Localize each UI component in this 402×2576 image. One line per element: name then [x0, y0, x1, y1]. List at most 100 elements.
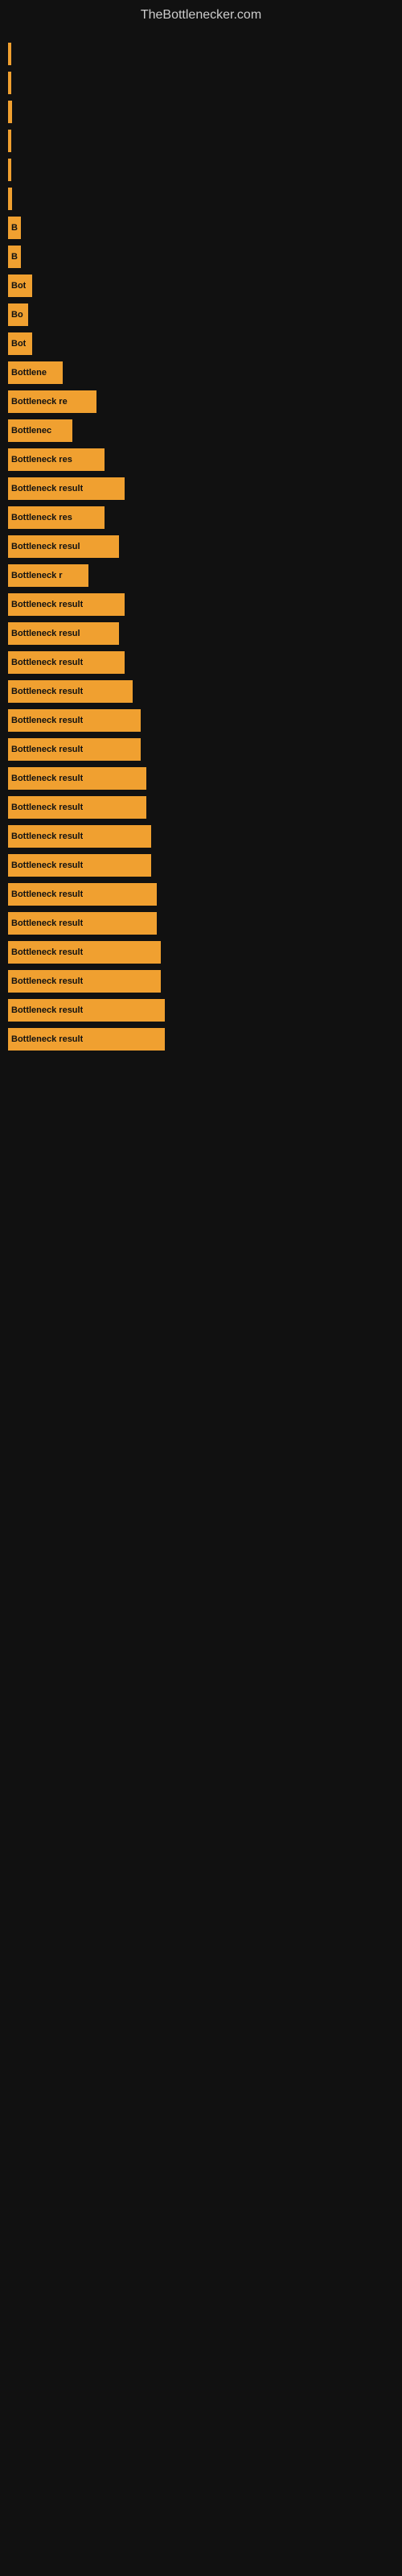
- bar-label: B: [11, 223, 18, 233]
- bar-row: Bottleneck result: [8, 651, 394, 674]
- bar: Bottleneck result: [8, 825, 151, 848]
- bar-row: B: [8, 217, 394, 239]
- bar-label: Bot: [11, 339, 26, 349]
- bar: [8, 72, 11, 94]
- bar-label: Bottlenec: [11, 426, 51, 436]
- bar-row: Bottleneck resul: [8, 622, 394, 645]
- bar-label: Bottleneck re: [11, 397, 68, 407]
- bar: Bottleneck res: [8, 448, 105, 471]
- bar-label: B: [11, 252, 18, 262]
- bar: Bottleneck result: [8, 738, 141, 761]
- bar-label: Bottleneck result: [11, 716, 83, 725]
- bar: Bottleneck r: [8, 564, 88, 587]
- bar-row: [8, 130, 394, 152]
- bar-row: Bottleneck result: [8, 825, 394, 848]
- bar-row: Bottleneck result: [8, 593, 394, 616]
- bar: Bottleneck resul: [8, 535, 119, 558]
- bar-row: Bottleneck result: [8, 738, 394, 761]
- bar: B: [8, 217, 21, 239]
- bar: [8, 188, 12, 210]
- bar-label: Bottleneck result: [11, 774, 83, 783]
- bar: Bottleneck result: [8, 912, 157, 935]
- bar-row: B: [8, 246, 394, 268]
- bar-row: Bo: [8, 303, 394, 326]
- bar-label: Bottleneck result: [11, 803, 83, 812]
- bar-row: [8, 188, 394, 210]
- bar: Bottleneck result: [8, 999, 165, 1022]
- bar-row: [8, 43, 394, 65]
- bar-row: Bottleneck resul: [8, 535, 394, 558]
- bar: Bottleneck result: [8, 477, 125, 500]
- bar: Bottleneck result: [8, 796, 146, 819]
- bar: Bottleneck result: [8, 941, 161, 964]
- bar-label: Bottleneck result: [11, 947, 83, 957]
- bar-label: Bottleneck result: [11, 745, 83, 754]
- bar-label: Bot: [11, 281, 26, 291]
- bar-row: Bottleneck result: [8, 477, 394, 500]
- bar-label: Bottleneck result: [11, 600, 83, 609]
- bar-row: Bottleneck res: [8, 506, 394, 529]
- bar: Bottleneck result: [8, 767, 146, 790]
- bar-label: Bottleneck result: [11, 1005, 83, 1015]
- bar-row: Bottleneck result: [8, 1028, 394, 1051]
- bar: Bottleneck result: [8, 970, 161, 993]
- bar-row: Bot: [8, 332, 394, 355]
- bar-row: Bottleneck result: [8, 912, 394, 935]
- bar: Bottleneck result: [8, 651, 125, 674]
- bar: Bot: [8, 332, 32, 355]
- bar: Bottleneck result: [8, 1028, 165, 1051]
- bar: Bo: [8, 303, 28, 326]
- bar-row: Bottleneck result: [8, 709, 394, 732]
- bar: Bottleneck re: [8, 390, 96, 413]
- bar: Bottlene: [8, 361, 63, 384]
- bar-row: Bottleneck result: [8, 883, 394, 906]
- bar-label: Bo: [11, 310, 23, 320]
- bar: Bottleneck result: [8, 593, 125, 616]
- bar: Bottleneck result: [8, 883, 157, 906]
- bar: [8, 101, 12, 123]
- bar-label: Bottleneck resul: [11, 629, 80, 638]
- bar-row: Bottleneck result: [8, 941, 394, 964]
- bar-label: Bottleneck result: [11, 861, 83, 870]
- bar-row: [8, 72, 394, 94]
- bar-label: Bottleneck resul: [11, 542, 80, 551]
- bar: Bottleneck result: [8, 709, 141, 732]
- bar-row: Bot: [8, 275, 394, 297]
- bar-row: Bottleneck result: [8, 767, 394, 790]
- bar-label: Bottleneck r: [11, 571, 63, 580]
- bar-row: Bottleneck result: [8, 854, 394, 877]
- bar-row: Bottlene: [8, 361, 394, 384]
- bar-row: Bottleneck result: [8, 796, 394, 819]
- bar: Bottleneck result: [8, 680, 133, 703]
- bar: [8, 130, 11, 152]
- bar: B: [8, 246, 21, 268]
- bar-label: Bottleneck result: [11, 890, 83, 899]
- bar-row: Bottleneck result: [8, 680, 394, 703]
- bar-label: Bottleneck result: [11, 832, 83, 841]
- bar-label: Bottleneck result: [11, 687, 83, 696]
- bar-label: Bottleneck result: [11, 1034, 83, 1044]
- bar-row: [8, 101, 394, 123]
- bar: [8, 43, 11, 65]
- bar: Bottleneck resul: [8, 622, 119, 645]
- bar: Bottleneck res: [8, 506, 105, 529]
- bar-row: Bottlenec: [8, 419, 394, 442]
- bar-label: Bottlene: [11, 368, 47, 378]
- bar-label: Bottleneck result: [11, 919, 83, 928]
- bar-row: Bottleneck r: [8, 564, 394, 587]
- bar: Bottleneck result: [8, 854, 151, 877]
- bar-row: Bottleneck result: [8, 999, 394, 1022]
- bar: [8, 159, 11, 181]
- bar-label: Bottleneck res: [11, 455, 72, 464]
- bar: Bottlenec: [8, 419, 72, 442]
- bar-label: Bottleneck result: [11, 658, 83, 667]
- bar-row: Bottleneck result: [8, 970, 394, 993]
- bar-label: Bottleneck res: [11, 513, 72, 522]
- site-title: TheBottlenecker.com: [0, 0, 402, 27]
- bar-row: Bottleneck re: [8, 390, 394, 413]
- bars-container: B B Bot Bo Bot Bottlene Bottleneck re Bottlenec…: [0, 27, 402, 1065]
- bar-row: [8, 159, 394, 181]
- bar-label: Bottleneck result: [11, 976, 83, 986]
- bar: Bot: [8, 275, 32, 297]
- bar-label: Bottleneck result: [11, 484, 83, 493]
